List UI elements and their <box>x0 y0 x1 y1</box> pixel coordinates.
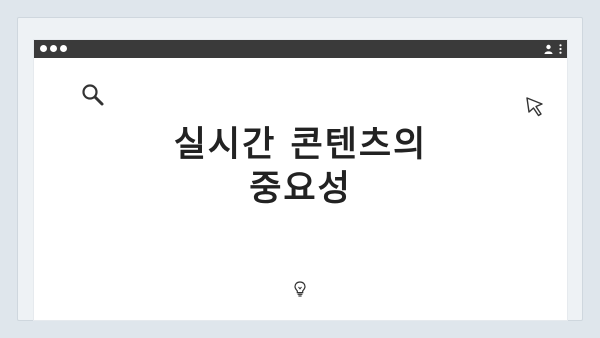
window-dots-icon <box>40 45 67 52</box>
window-dot-minimize[interactable] <box>50 45 57 52</box>
kebab-menu-icon[interactable] <box>559 44 562 54</box>
page-title-line-1: 실시간 콘텐츠의 <box>173 125 428 165</box>
illustration-canvas: 실시간 콘텐츠의 중요성 <box>0 0 600 338</box>
profile-icon[interactable] <box>544 44 553 54</box>
page-title-line-2: 중요성 <box>249 169 352 209</box>
browser-window: 실시간 콘텐츠의 중요성 <box>34 40 567 320</box>
window-dot-maximize[interactable] <box>60 45 67 52</box>
window-titlebar <box>34 40 567 58</box>
window-dot-close[interactable] <box>40 45 47 52</box>
search-icon <box>82 84 104 106</box>
page-title: 실시간 콘텐츠의 중요성 <box>34 123 567 211</box>
lightbulb-icon <box>294 281 306 297</box>
cursor-icon <box>526 97 543 117</box>
